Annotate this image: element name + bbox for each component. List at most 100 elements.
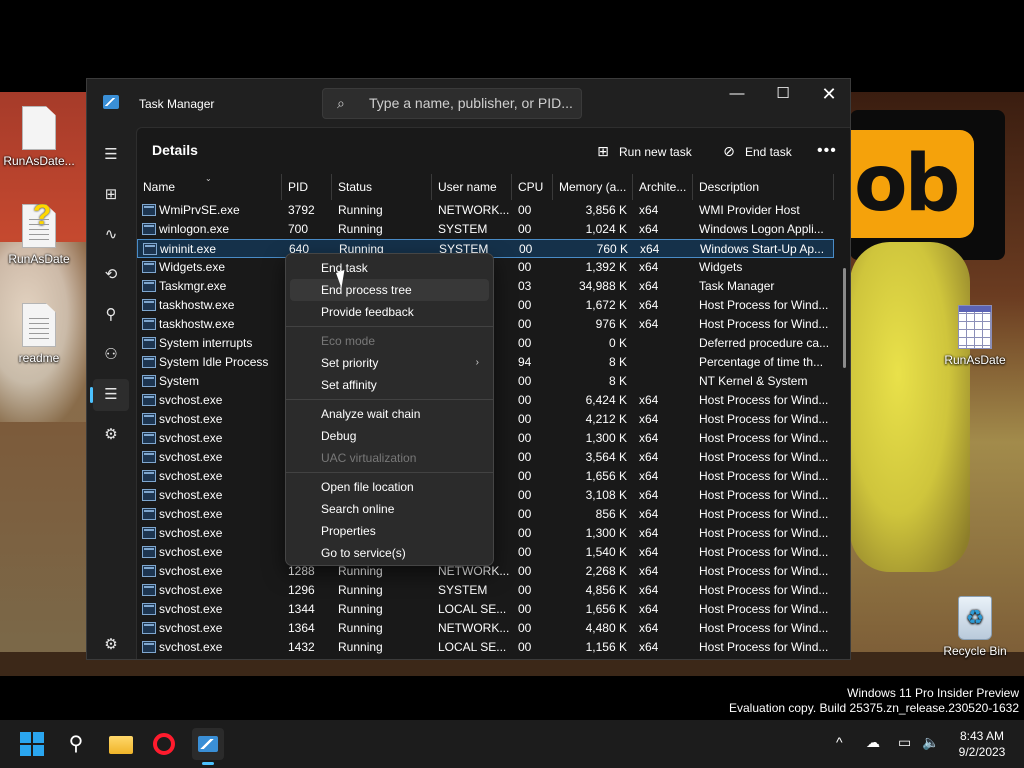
onedrive-cloud-icon[interactable]: ☁ [866,734,880,751]
run-new-task-icon: ⊞ [597,143,609,159]
vertical-scrollbar[interactable] [843,268,846,368]
navigation-pane: ☰ ⊞ ∿ ⟲ ⚲ ⚇ ☰ ⚙ ⚙ [87,127,135,659]
run-new-task-button[interactable]: ⊞ Run new task [595,136,692,166]
cell-name: svchost.exe [137,600,282,619]
cell-cpu: 94 [518,355,532,369]
table-row[interactable]: svchost.exe 1296 Running SYSTEM 00 4,856 K x64… [137,581,834,600]
start-button[interactable] [16,728,48,760]
nav-details-icon[interactable]: ☰ [90,379,129,411]
settings-icon[interactable]: ⚙ [93,629,129,659]
menu-item-analyze-wait-chain[interactable]: Analyze wait chain [290,403,489,425]
cell-architecture: x64 [639,203,659,217]
column-header-cpu[interactable]: CPU [512,174,553,200]
file-explorer-button[interactable] [104,728,136,760]
cell-status: Running [338,583,383,597]
opera-browser-button[interactable] [148,728,180,760]
menu-item-open-file-location[interactable]: Open file location [290,476,489,498]
desktop-icon-runasdate-file[interactable]: RunAsDate... [1,106,77,168]
cell-architecture: x64 [639,279,659,293]
network-display-icon[interactable]: ▭ [898,734,911,751]
nav-startup-apps-icon[interactable]: ⚲ [93,299,129,331]
watermark-edition: Windows 11 Pro Insider Preview [847,686,1019,700]
end-task-button[interactable]: ⊘ End task [721,136,792,166]
cell-description: Task Manager [699,279,775,293]
table-row[interactable]: svchost.exe 1432 Running LOCAL SE... 00 1,156… [137,638,834,657]
process-icon [142,375,156,387]
menu-item-end-task[interactable]: End task [290,257,489,279]
desktop-icon-label: readme [18,351,60,365]
cell-memory: 3,564 K [585,450,627,464]
minimize-button[interactable]: — [714,79,760,111]
menu-item-set-priority[interactable]: Set priority › [290,352,489,374]
desktop-icon-recycle-bin[interactable]: Recycle Bin [937,596,1013,658]
column-header-user-name[interactable]: User name [432,174,512,200]
desktop-icon-runasdate-app[interactable]: RunAsDate [937,305,1013,367]
cell-description: Host Process for Wind... [699,488,829,502]
cell-name: svchost.exe [137,638,282,657]
process-icon [142,470,156,482]
cell-memory: 8 K [608,355,627,369]
taskbar-search-icon[interactable]: ⚲ [60,728,92,760]
process-icon [142,622,156,634]
nav-performance-icon[interactable]: ∿ [93,219,129,251]
search-input[interactable]: ⌕ Type a name, publisher, or PID... [322,88,582,119]
menu-item-properties[interactable]: Properties [290,520,489,542]
cell-architecture [633,334,693,353]
more-options-button[interactable]: ••• [817,136,837,166]
close-button[interactable]: ✕ [806,79,850,111]
cell-name: svchost.exe [137,486,282,505]
menu-item-debug[interactable]: Debug [290,425,489,447]
cell-memory: 34,988 K [578,279,627,293]
table-row[interactable]: winlogon.exe 700 Running SYSTEM 00 1,024 K x64… [137,220,834,239]
cell-architecture [633,372,693,391]
cell-name: Taskmgr.exe [137,277,282,296]
table-row[interactable]: WmiPrvSE.exe 3792 Running NETWORK... 00 3,856… [137,201,834,220]
wallpaper-sponge [850,242,970,572]
watermark-build: Evaluation copy. Build 25375.zn_release.… [729,701,1019,715]
column-header-architecture[interactable]: Archite... [633,174,693,200]
menu-item-end-process-tree[interactable]: End process tree [290,279,489,301]
nav-app-history-icon[interactable]: ⟲ [93,259,129,291]
nav-processes-icon[interactable]: ⊞ [93,179,129,211]
table-row[interactable]: svchost.exe 1364 Running NETWORK... 00 4,480 … [137,619,834,638]
cell-description: Windows Logon Appli... [699,222,824,236]
menu-item-search-online[interactable]: Search online [290,498,489,520]
column-header-status[interactable]: Status [332,174,432,200]
calendar-icon [958,305,992,349]
show-hidden-icons-chevron-icon[interactable]: ^ [836,734,843,750]
cell-cpu: 00 [518,526,532,540]
column-header-description[interactable]: Description [693,174,834,200]
menu-item-provide-feedback[interactable]: Provide feedback [290,301,489,323]
process-name: svchost.exe [159,583,223,597]
desktop-icon-runasdate-help[interactable]: ? RunAsDate [1,204,77,266]
process-icon [142,337,156,349]
menu-item-set-affinity[interactable]: Set affinity [290,374,489,396]
process-name: svchost.exe [159,507,223,521]
menu-item-label: Set priority [321,356,379,370]
cell-cpu: 00 [518,393,532,407]
task-manager-taskbar-button[interactable] [192,728,224,765]
cell-description: Host Process for Wind... [699,621,829,635]
cell-cpu: 00 [518,450,532,464]
column-header-memory[interactable]: Memory (a... [553,174,633,200]
cell-cpu: 00 [519,242,533,256]
desktop-icon-label: RunAsDate... [3,154,75,168]
nav-users-icon[interactable]: ⚇ [93,339,129,371]
table-row[interactable]: svchost.exe 1344 Running LOCAL SE... 00 1,656… [137,600,834,619]
cell-memory: 1,300 K [585,431,627,445]
cell-cpu: 00 [518,374,532,388]
process-name: WmiPrvSE.exe [159,203,240,217]
volume-icon[interactable]: 🔈 [922,734,939,751]
cell-name: svchost.exe [137,619,282,638]
maximize-button[interactable]: ☐ [760,79,806,111]
table-header: Name PID Status User name CPU Memory (a.… [137,174,837,200]
clock[interactable]: 8:43 AM 9/2/2023 [950,728,1014,760]
desktop-icon-readme[interactable]: readme [1,303,77,365]
nav-services-icon[interactable]: ⚙ [93,419,129,451]
folder-icon [109,736,133,754]
menu-item-go-to-services[interactable]: Go to service(s) [290,542,489,564]
column-header-pid[interactable]: PID [282,174,332,200]
title-bar[interactable]: Task Manager ⌕ Type a name, publisher, o… [87,79,850,127]
cell-memory: 760 K [596,242,628,256]
hamburger-menu-icon[interactable]: ☰ [93,139,129,171]
